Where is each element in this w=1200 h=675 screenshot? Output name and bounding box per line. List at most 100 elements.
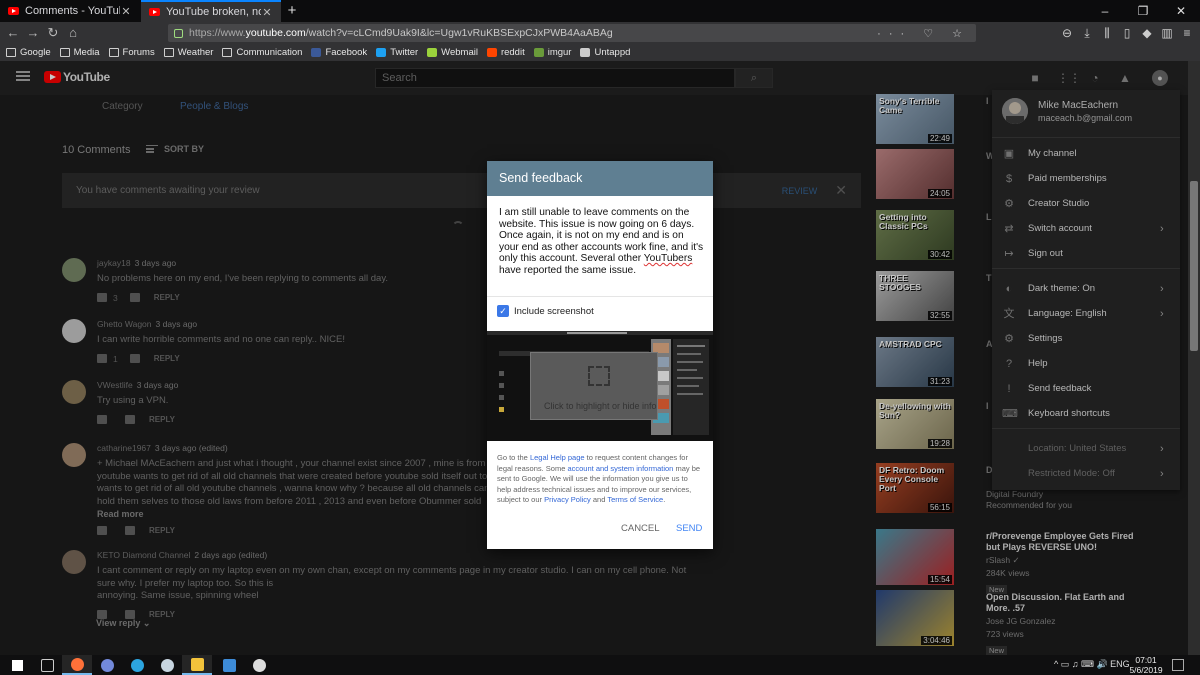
- bookmark-communication[interactable]: Communication: [222, 47, 302, 58]
- folder-icon: [6, 48, 16, 57]
- task-view-app[interactable]: [32, 655, 62, 675]
- remote-desktop-app[interactable]: [214, 655, 244, 675]
- windows-start-icon: [11, 659, 23, 671]
- page-scrollbar[interactable]: [1188, 61, 1200, 655]
- taskbar-clock[interactable]: 07:01 5/6/2019: [1128, 655, 1164, 675]
- privacy-policy-link[interactable]: Privacy Policy: [544, 495, 591, 504]
- library-icon[interactable]: ⫼: [1098, 24, 1116, 42]
- tab-title: YouTube broken, no longer can...: [166, 6, 261, 18]
- imgur-icon: [533, 48, 544, 57]
- windows-taskbar: ^ ▭ ♫ ⌨ 🔊 ENG 07:01 5/6/2019: [0, 655, 1200, 675]
- photos-app[interactable]: [244, 655, 274, 675]
- url-text: https://www.youtube.com/watch?v=cLCmd9Ua…: [189, 27, 613, 39]
- bookmark-label: Media: [73, 47, 100, 58]
- bookmark-label: Forums: [122, 47, 155, 58]
- system-info-link[interactable]: account and system information: [567, 464, 673, 473]
- browser-nav-bar: ← → ↻ ⌂ https://www.youtube.com/watch?v=…: [0, 22, 1200, 44]
- twitter-icon: [376, 48, 387, 57]
- highlight-icon: [588, 366, 610, 386]
- browser-tab-comments[interactable]: Comments - YouTube ✕: [0, 0, 140, 22]
- file-explorer-app[interactable]: [182, 655, 212, 675]
- youtube-favicon-icon: [8, 7, 19, 15]
- bookmark-facebook[interactable]: Facebook: [311, 47, 367, 58]
- untappd-icon: [580, 48, 591, 57]
- bookmark-label: Weather: [177, 47, 214, 58]
- dialog-actions: CANCEL SEND: [487, 523, 713, 539]
- bookmarks-toolbar: Google Media Forums Weather Communication Fac…: [0, 44, 1200, 61]
- notifications-icon[interactable]: [1172, 659, 1184, 671]
- youtube-favicon-icon: [149, 8, 160, 16]
- bookmark-label: imgur: [547, 47, 572, 58]
- address-bar[interactable]: https://www.youtube.com/watch?v=cLCmd9Ua…: [168, 24, 976, 42]
- windows-start-app[interactable]: [2, 655, 32, 675]
- scrollbar-thumb[interactable]: [1190, 181, 1198, 351]
- legal-text: Go to the Legal Help page to request con…: [497, 453, 701, 504]
- feedback-message-field[interactable]: I am still unable to leave comments on t…: [499, 207, 705, 276]
- terms-of-service-link[interactable]: Terms of Service: [607, 495, 663, 504]
- tab-title: Comments - YouTube: [25, 5, 120, 17]
- cancel-button[interactable]: CANCEL: [621, 523, 660, 534]
- bookmark-forums[interactable]: Forums: [108, 47, 155, 58]
- bookmark-label: Webmail: [441, 47, 478, 58]
- ublock-icon[interactable]: ◆: [1138, 24, 1156, 42]
- screenshot-preview[interactable]: Click to highlight or hide info: [487, 331, 713, 441]
- sidebar-icon[interactable]: ▯: [1118, 24, 1136, 42]
- discord-app[interactable]: [92, 655, 122, 675]
- firefox-icon: [70, 657, 84, 671]
- divider: [487, 296, 713, 297]
- tab-close-icon[interactable]: ✕: [261, 6, 273, 19]
- minimize-button[interactable]: –: [1086, 0, 1124, 22]
- remote-desktop-icon: [222, 658, 236, 672]
- browser-tab-active[interactable]: YouTube broken, no longer can... ✕: [141, 0, 281, 22]
- facebook-icon: [311, 48, 322, 57]
- bookmark-label: Google: [20, 47, 51, 58]
- new-tab-button[interactable]: +: [284, 2, 300, 20]
- bookmark-imgur[interactable]: imgur: [533, 47, 572, 58]
- bookmark-webmail[interactable]: Webmail: [427, 47, 478, 58]
- highlight-hide-area[interactable]: Click to highlight or hide info: [530, 352, 658, 420]
- page-actions-icons[interactable]: ··· ♡ ☆: [877, 27, 970, 40]
- dialog-title: Send feedback: [487, 161, 713, 196]
- maximize-button[interactable]: ❐: [1124, 0, 1162, 22]
- bookmark-untappd[interactable]: Untappd: [580, 47, 630, 58]
- tab-close-icon[interactable]: ✕: [120, 5, 132, 18]
- browser-tab-bar: Comments - YouTube ✕ YouTube broken, no …: [0, 0, 1200, 22]
- send-feedback-dialog: Send feedback I am still unable to leave…: [487, 161, 713, 549]
- extension-icon[interactable]: ▥: [1158, 24, 1176, 42]
- bookmark-twitter[interactable]: Twitter: [376, 47, 418, 58]
- send-button[interactable]: SEND: [676, 523, 702, 534]
- forward-arrow-icon[interactable]: →: [24, 24, 42, 42]
- folder-icon: [163, 48, 174, 57]
- include-screenshot-checkbox[interactable]: ✓ Include screenshot: [497, 305, 594, 317]
- firefox-app[interactable]: [62, 655, 92, 675]
- menu-icon[interactable]: ≡: [1178, 24, 1196, 42]
- home-icon[interactable]: ⌂: [64, 24, 82, 42]
- bookmark-label: Untappd: [594, 47, 631, 58]
- sync-icon[interactable]: ⊖: [1058, 24, 1076, 42]
- back-arrow-icon[interactable]: ←: [4, 24, 22, 42]
- bookmark-weather[interactable]: Weather: [163, 47, 214, 58]
- bookmark-google[interactable]: Google: [6, 47, 51, 58]
- steam-icon: [160, 658, 174, 672]
- close-window-button[interactable]: ✕: [1162, 0, 1200, 22]
- bookmark-label: Facebook: [325, 47, 368, 58]
- webmail-icon: [427, 48, 438, 57]
- discord-icon: [100, 658, 114, 672]
- folder-icon: [59, 48, 70, 57]
- file-explorer-icon: [190, 657, 204, 671]
- reddit-icon: [486, 48, 497, 57]
- checkmark-icon: ✓: [497, 305, 509, 317]
- bookmark-label: Twitter: [390, 47, 419, 58]
- reload-icon[interactable]: ↻: [44, 24, 62, 42]
- bookmark-reddit[interactable]: reddit: [486, 47, 525, 58]
- steam-app[interactable]: [152, 655, 182, 675]
- folder-icon: [222, 48, 233, 57]
- task-view-icon: [40, 658, 54, 672]
- download-icon[interactable]: ⤓: [1078, 24, 1096, 42]
- system-tray[interactable]: ^ ▭ ♫ ⌨ 🔊 ENG: [1054, 659, 1130, 670]
- telegram-app[interactable]: [122, 655, 152, 675]
- bookmark-media[interactable]: Media: [59, 47, 100, 58]
- telegram-icon: [130, 658, 144, 672]
- lock-icon: [174, 28, 183, 38]
- legal-help-link[interactable]: Legal Help page: [530, 453, 585, 462]
